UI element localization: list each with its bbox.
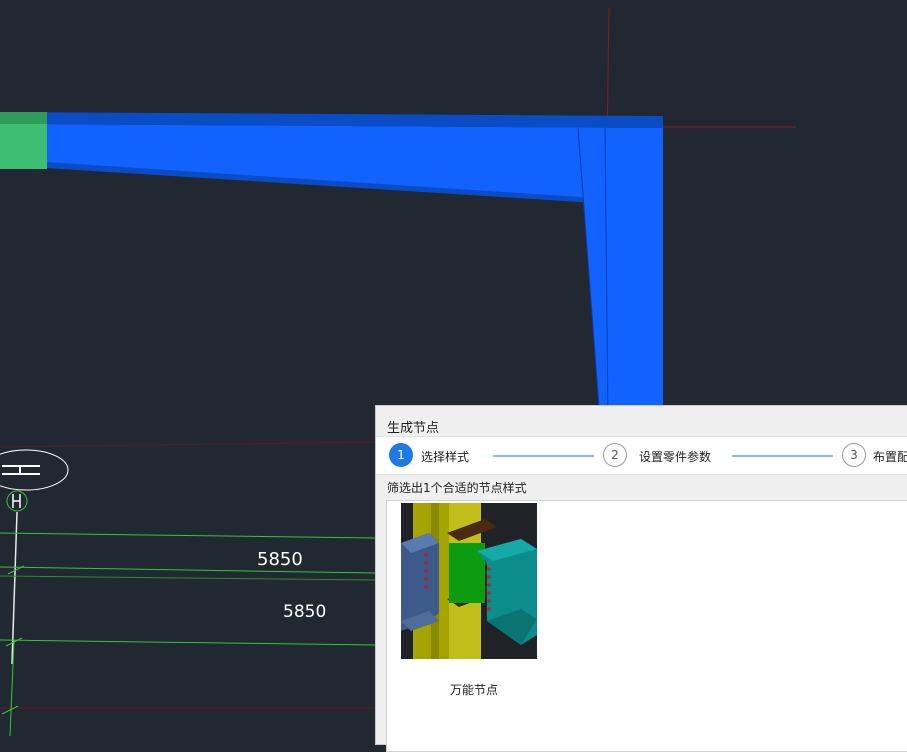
step-connector-2 bbox=[732, 455, 833, 457]
dimension-line-4 bbox=[0, 639, 376, 646]
node-style-label: 万能节点 bbox=[449, 683, 498, 697]
node-style-gallery[interactable]: 万能节点 bbox=[386, 500, 907, 752]
step-2-circle[interactable]: 2 bbox=[603, 443, 627, 467]
axis-line-lower bbox=[0, 441, 376, 448]
dimension-label-lower: 5850 bbox=[283, 602, 327, 622]
step-1-circle[interactable]: 1 bbox=[389, 443, 413, 467]
beam-web[interactable] bbox=[0, 124, 663, 206]
step-2-label[interactable]: 设置零件参数 bbox=[639, 448, 711, 465]
green-member-flange bbox=[0, 112, 47, 124]
column-web[interactable] bbox=[578, 128, 663, 420]
node-style-card[interactable]: 万能节点 bbox=[401, 503, 537, 697]
dialog-title: 生成节点 bbox=[387, 421, 440, 436]
generate-node-dialog[interactable]: 生成节点 1 选择样式 2 设置零件参数 3 布置配 筛选出1个合适的节点样式 bbox=[375, 405, 907, 752]
dimension-line-3 bbox=[0, 575, 376, 581]
dimension-label-upper: 5850 bbox=[257, 549, 303, 570]
filter-result-text: 筛选出1个合适的节点样式 bbox=[387, 481, 527, 495]
section-symbol-ellipse[interactable] bbox=[0, 449, 69, 491]
step-indicator: 1 选择样式 2 设置零件参数 3 布置配 bbox=[376, 436, 907, 475]
dimension-tick-3 bbox=[1, 705, 19, 715]
dimension-line-1 bbox=[0, 532, 376, 539]
step-3-circle[interactable]: 3 bbox=[842, 443, 866, 467]
dimension-line-2 bbox=[0, 566, 376, 574]
step-1-label[interactable]: 选择样式 bbox=[421, 448, 469, 465]
step-connector-1 bbox=[493, 455, 594, 457]
step-3-label[interactable]: 布置配 bbox=[873, 448, 907, 465]
node-style-thumbnail[interactable] bbox=[401, 503, 537, 659]
